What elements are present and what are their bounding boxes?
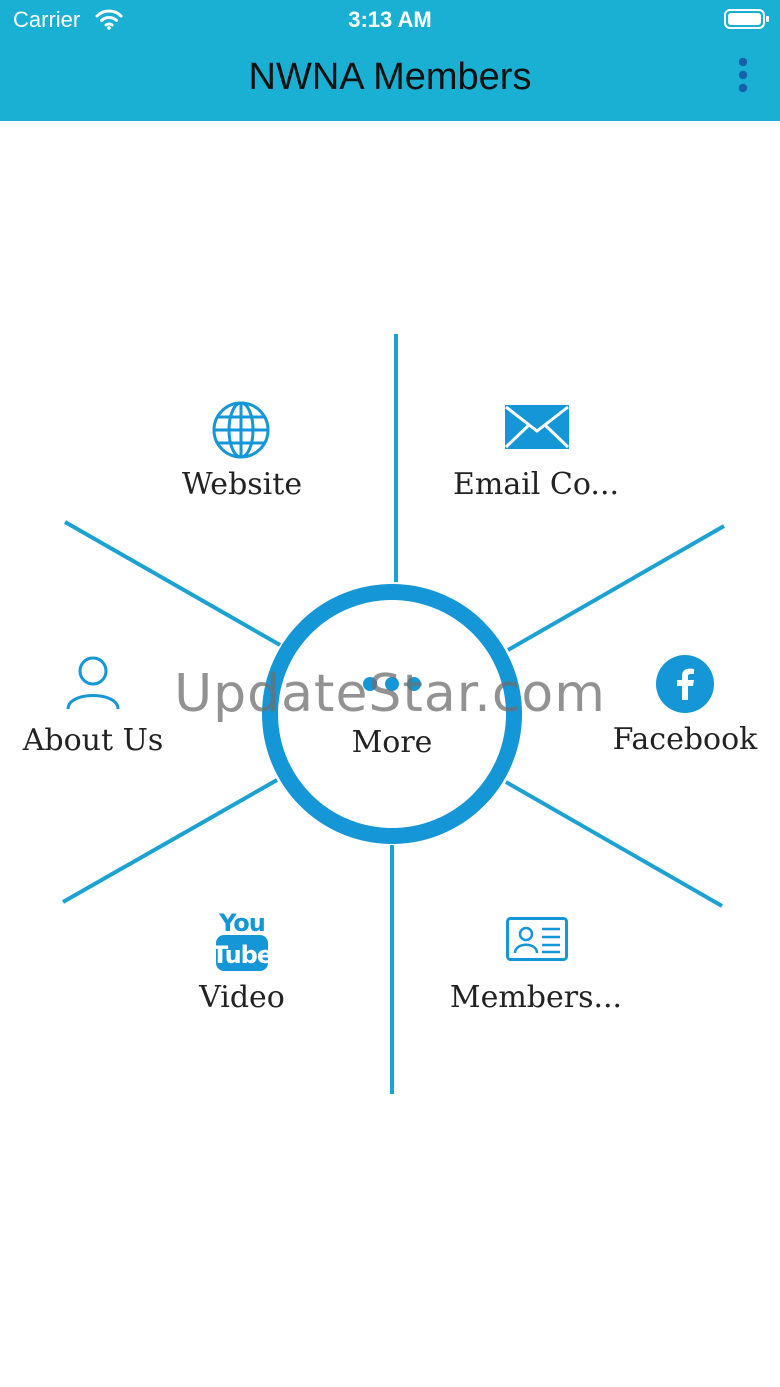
person-icon: [66, 656, 120, 710]
menu-item-website[interactable]: Website: [142, 395, 342, 505]
menu-item-email[interactable]: Email Co...: [436, 400, 636, 510]
svg-text:Tube: Tube: [215, 941, 269, 969]
dots-icon: [363, 677, 421, 691]
facebook-icon: [656, 655, 714, 713]
envelope-icon: [505, 405, 569, 449]
menu-item-members[interactable]: Members...: [436, 912, 636, 1022]
more-label: More: [351, 725, 433, 760]
svg-text:You: You: [218, 909, 265, 937]
globe-icon: [212, 401, 270, 459]
menu-item-facebook[interactable]: Facebook: [605, 652, 765, 762]
menu-item-label: Website: [181, 467, 303, 502]
menu-item-label: Video: [199, 980, 285, 1015]
spoke-upper-right: [507, 524, 725, 652]
youtube-icon: You Tube: [215, 909, 269, 971]
menu-item-label: About Us: [22, 723, 164, 758]
menu-item-about-us[interactable]: About Us: [8, 652, 178, 762]
id-card-icon: [506, 917, 568, 961]
menu-item-label: Members...: [449, 980, 623, 1015]
spoke-lower-right: [505, 780, 723, 908]
spoke-upper-left: [64, 520, 281, 647]
menu-item-video[interactable]: You Tube Video: [152, 905, 332, 1020]
spoke-lower-left: [62, 778, 278, 904]
menu-item-label: Facebook: [612, 722, 758, 757]
more-button[interactable]: More: [276, 598, 508, 830]
menu-item-label: Email Co...: [452, 467, 620, 502]
